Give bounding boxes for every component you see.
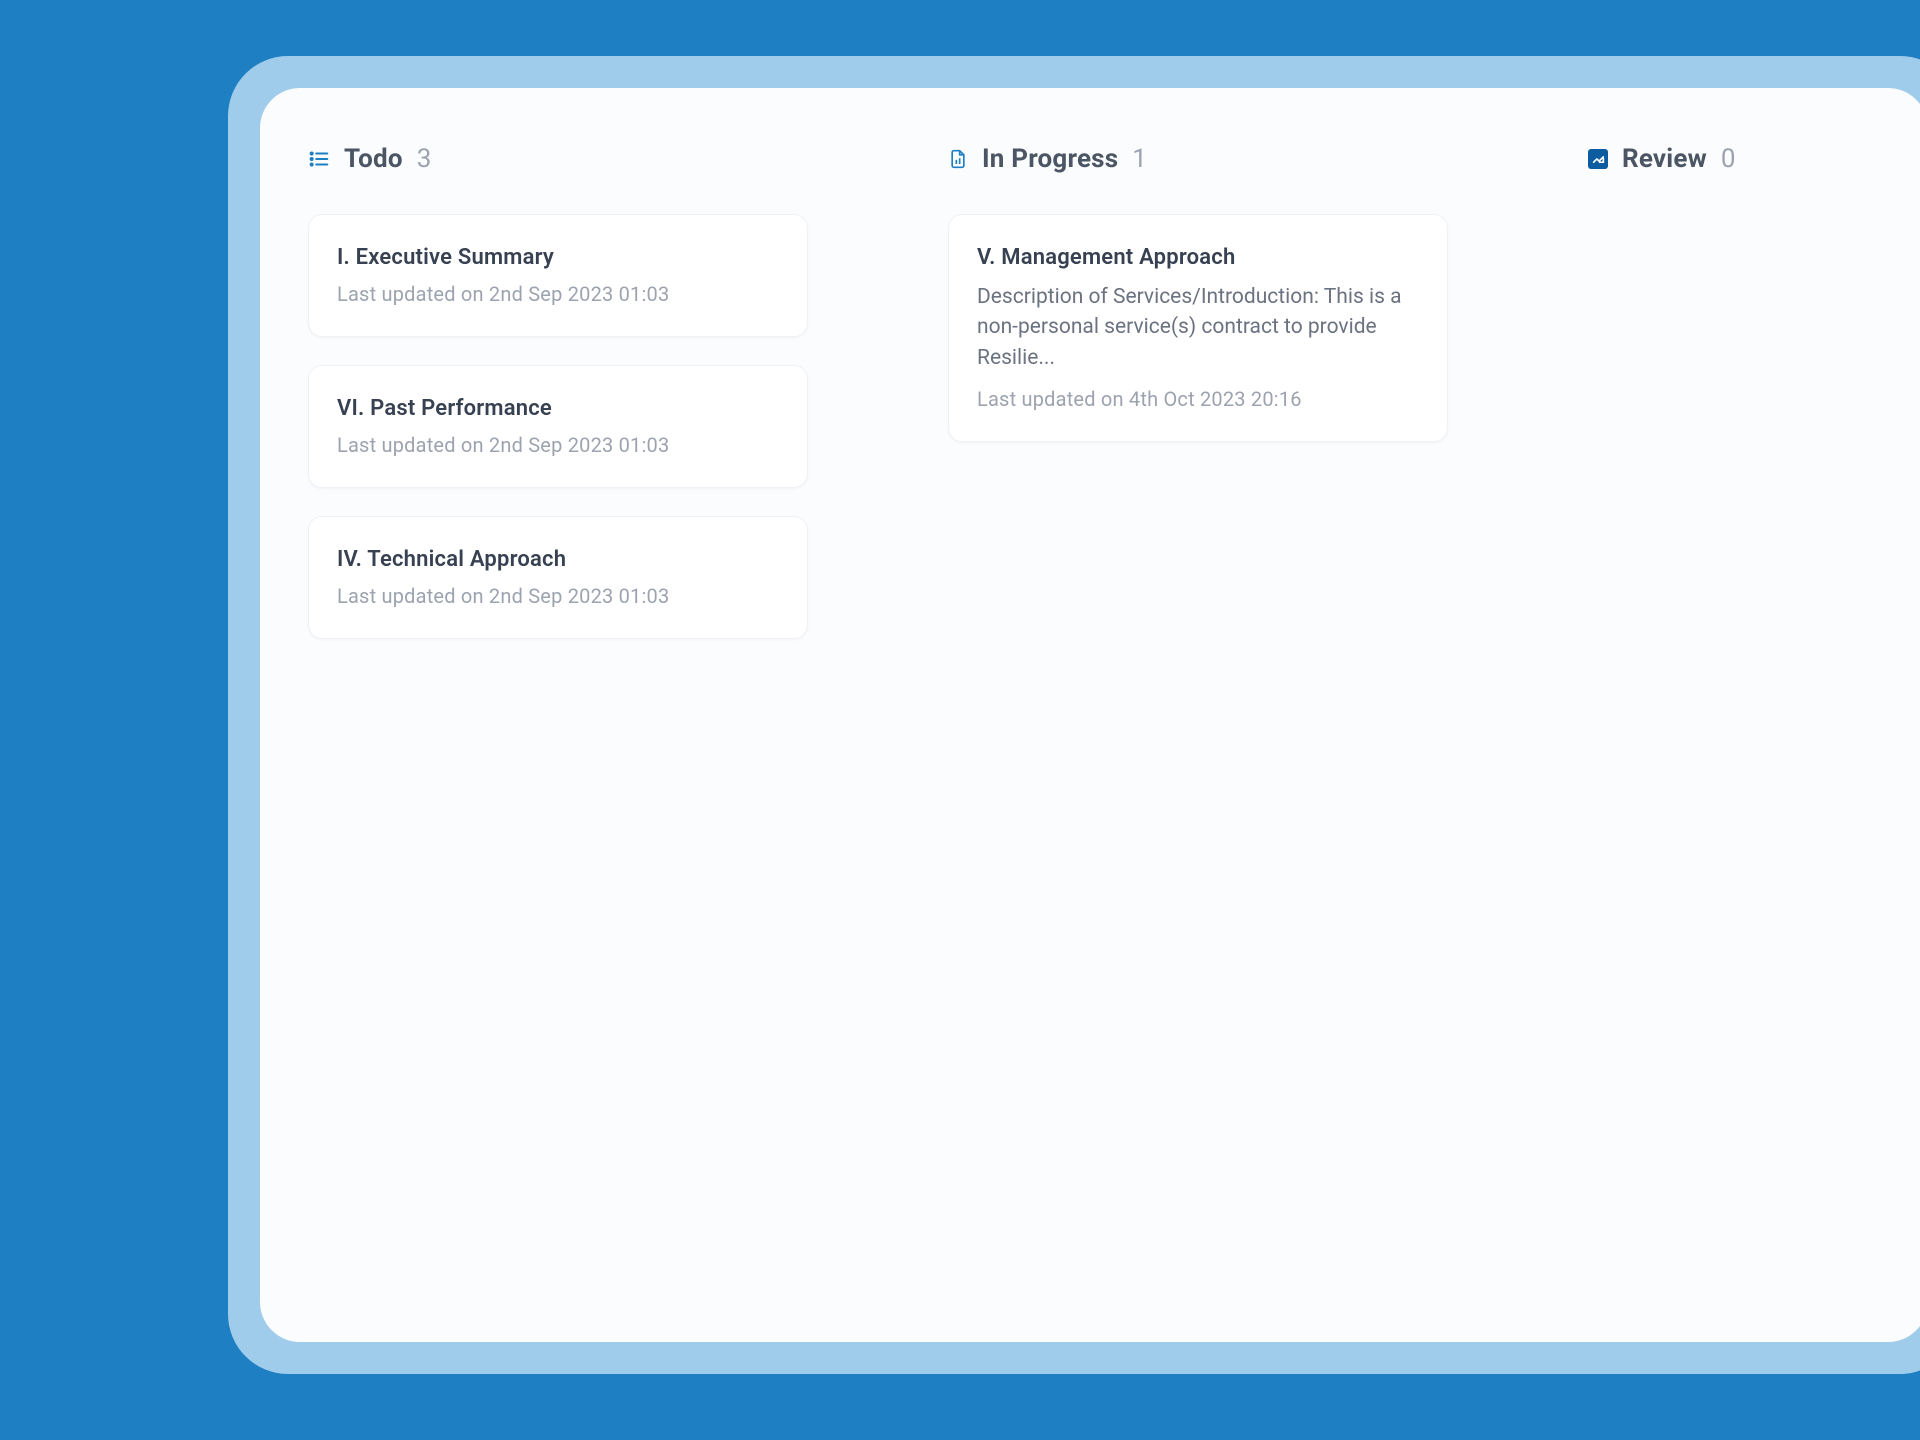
card-title: V. Management Approach [977, 245, 1419, 270]
card-meta: Last updated on 2nd Sep 2023 01:03 [337, 584, 779, 608]
column-in-progress: In Progress 1 V. Management Approach Des… [948, 144, 1448, 1286]
card-meta: Last updated on 4th Oct 2023 20:16 [977, 387, 1419, 411]
card-title: VI. Past Performance [337, 396, 779, 421]
app-frame: Todo 3 I. Executive Summary Last updated… [228, 56, 1920, 1374]
card-meta: Last updated on 2nd Sep 2023 01:03 [337, 433, 779, 457]
card[interactable]: VI. Past Performance Last updated on 2nd… [308, 365, 808, 488]
card-title: I. Executive Summary [337, 245, 779, 270]
list-icon [308, 148, 330, 170]
column-header-todo[interactable]: Todo 3 [308, 144, 808, 174]
review-icon [1588, 149, 1608, 169]
cards-list-in-progress: V. Management Approach Description of Se… [948, 214, 1448, 442]
column-title: In Progress [982, 144, 1118, 174]
column-count: 0 [1721, 144, 1736, 174]
column-review: Review 0 [1588, 144, 1888, 1286]
column-header-review[interactable]: Review 0 [1588, 144, 1888, 174]
column-count: 1 [1132, 144, 1147, 174]
card-meta: Last updated on 2nd Sep 2023 01:03 [337, 282, 779, 306]
document-icon [948, 149, 968, 169]
card-title: IV. Technical Approach [337, 547, 779, 572]
column-title: Review [1622, 144, 1707, 174]
column-title: Todo [344, 144, 403, 174]
card-body: Description of Services/Introduction: Th… [977, 282, 1419, 373]
card[interactable]: I. Executive Summary Last updated on 2nd… [308, 214, 808, 337]
cards-list-todo: I. Executive Summary Last updated on 2nd… [308, 214, 808, 639]
card[interactable]: V. Management Approach Description of Se… [948, 214, 1448, 442]
card[interactable]: IV. Technical Approach Last updated on 2… [308, 516, 808, 639]
column-todo: Todo 3 I. Executive Summary Last updated… [308, 144, 808, 1286]
column-count: 3 [417, 144, 432, 174]
column-header-in-progress[interactable]: In Progress 1 [948, 144, 1448, 174]
kanban-panel: Todo 3 I. Executive Summary Last updated… [260, 88, 1920, 1342]
